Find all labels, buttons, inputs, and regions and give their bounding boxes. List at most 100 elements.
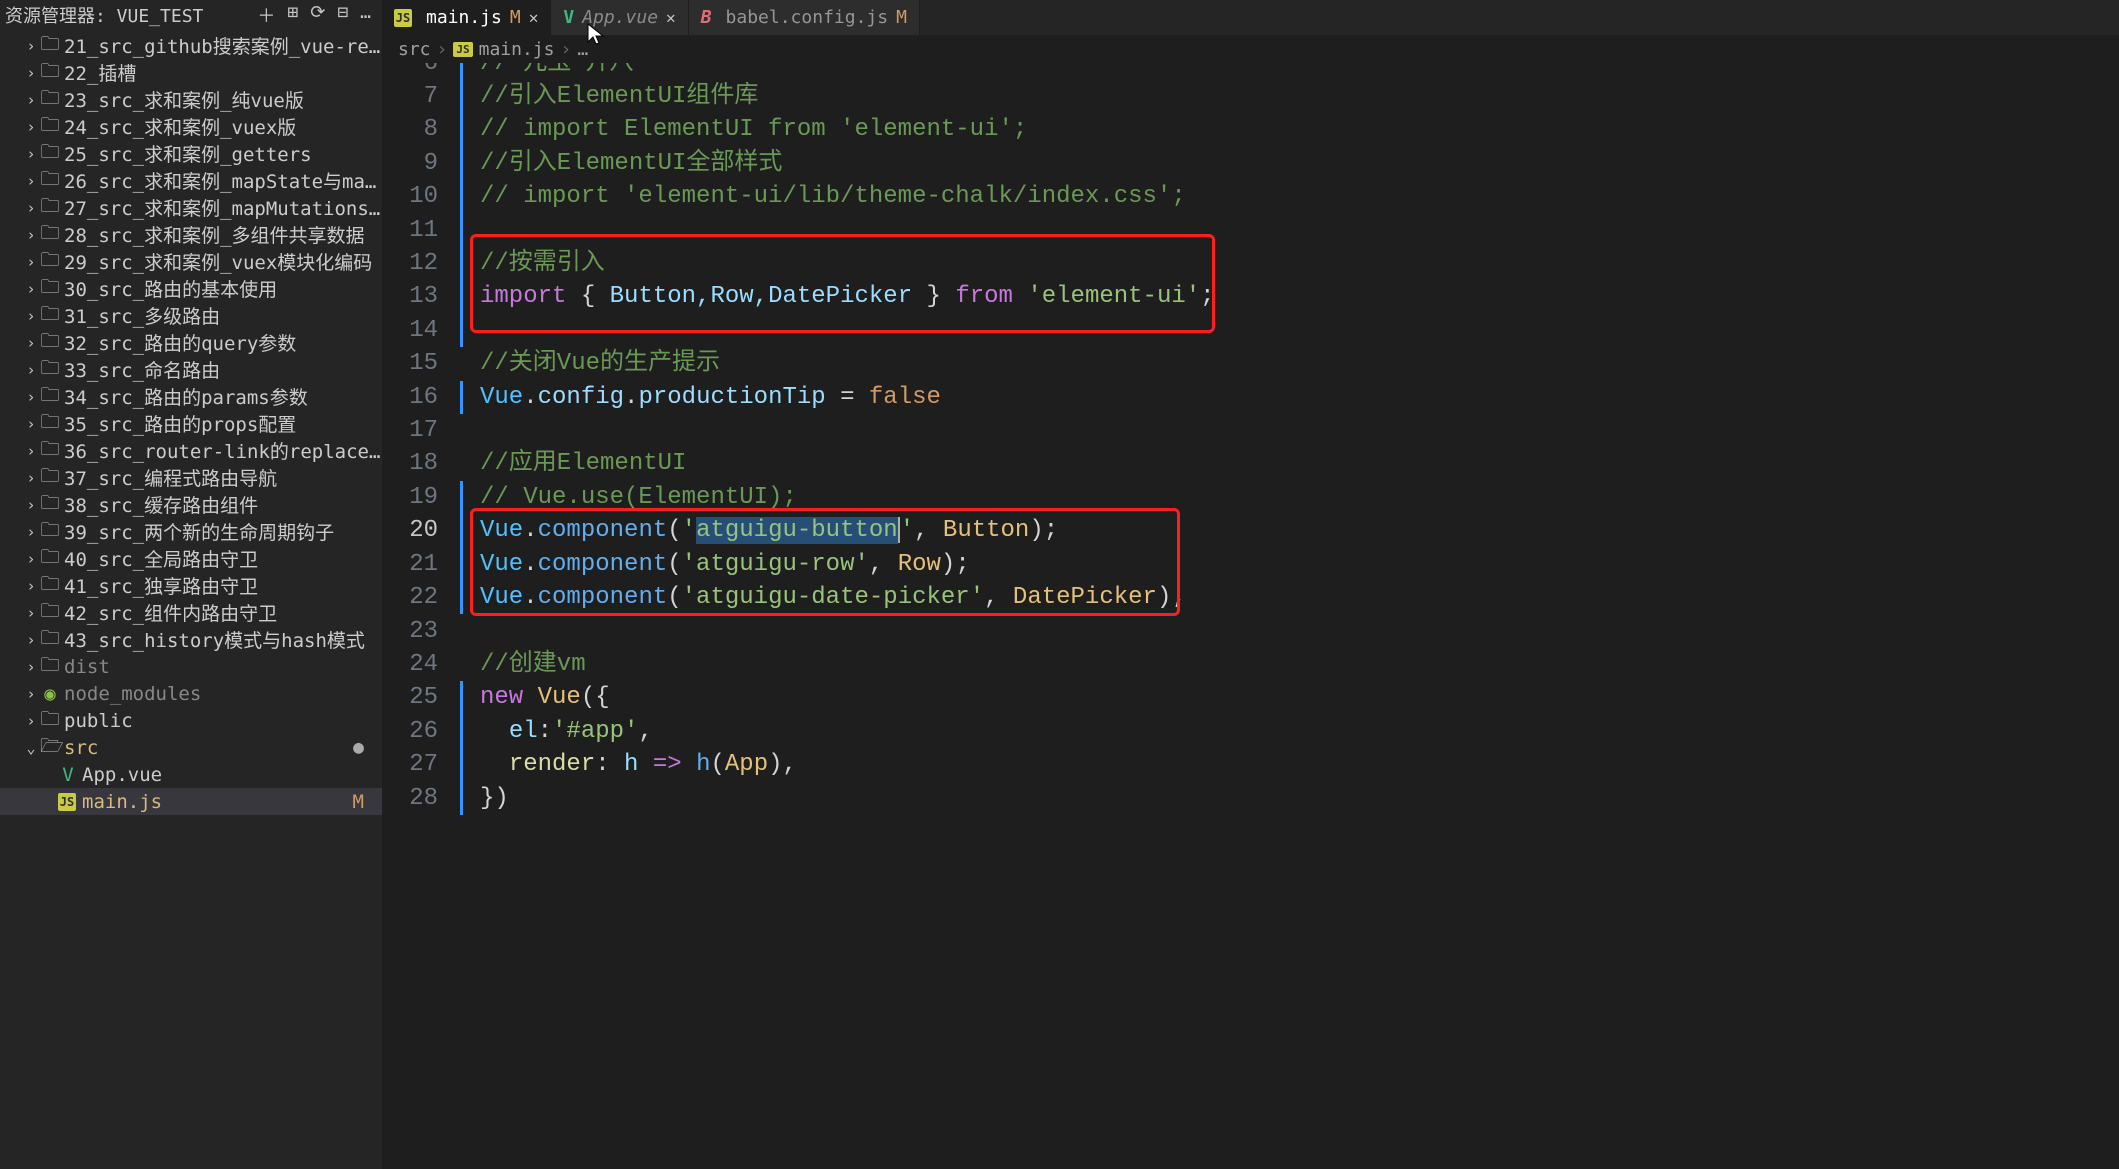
git-modified-badge: M xyxy=(353,791,382,813)
chevron-right-icon: › xyxy=(22,307,40,325)
chevron-right-icon: › xyxy=(22,280,40,298)
tree-folder[interactable]: ›🗀41_src_独享路由守卫 xyxy=(0,572,382,599)
folder-label: 32_src_路由的query参数 xyxy=(64,329,382,356)
chevron-down-icon: ⌄ xyxy=(22,739,40,757)
chevron-right-icon: › xyxy=(22,685,40,703)
chevron-right-icon: › xyxy=(22,631,40,649)
tree-folder[interactable]: ›🗀42_src_组件内路由守卫 xyxy=(0,599,382,626)
breadcrumb-src[interactable]: src xyxy=(398,39,431,60)
chevron-right-icon: › xyxy=(22,415,40,433)
code-lines[interactable]: // 兀玉 丌八//引入ElementUI组件库// import Elemen… xyxy=(460,63,2119,1169)
folder-label: 28_src_求和案例_多组件共享数据 xyxy=(64,221,382,248)
tab-main-js[interactable]: JSmain.jsM✕ xyxy=(382,0,551,35)
chevron-right-icon: › xyxy=(22,172,40,190)
folder-label: 22_插槽 xyxy=(64,59,382,86)
tree-folder[interactable]: ›🗀39_src_两个新的生命周期钩子 xyxy=(0,518,382,545)
tab-label: babel.config.js xyxy=(726,7,889,28)
tree-folder[interactable]: ›🗀25_src_求和案例_getters xyxy=(0,140,382,167)
tree-folder[interactable]: ›🗀35_src_路由的props配置 xyxy=(0,410,382,437)
folder-label: 43_src_history模式与hash模式 xyxy=(64,626,382,653)
tree-folder[interactable]: ›🗀31_src_多级路由 xyxy=(0,302,382,329)
breadcrumb-file[interactable]: main.js xyxy=(479,39,555,60)
tree-folder[interactable]: ›🗀28_src_求和案例_多组件共享数据 xyxy=(0,221,382,248)
tree-file[interactable]: VApp.vue xyxy=(0,761,382,788)
chevron-right-icon: › xyxy=(22,523,40,541)
tab-babel-config-js[interactable]: Bbabel.config.js M xyxy=(689,0,920,35)
tree-folder[interactable]: ›🗀33_src_命名路由 xyxy=(0,356,382,383)
file-label: main.js xyxy=(82,791,353,813)
tab-label: main.js xyxy=(426,7,502,28)
new-file-icon[interactable]: ＋ xyxy=(257,2,275,28)
vue-icon: V xyxy=(58,764,78,786)
breadcrumb-more[interactable]: … xyxy=(577,39,588,60)
tree-folder[interactable]: ›🗀36_src_router-link的replace属性 xyxy=(0,437,382,464)
node-modules-icon: ◉ xyxy=(40,683,60,705)
tree-folder[interactable]: ›🗀32_src_路由的query参数 xyxy=(0,329,382,356)
folder-label: node_modules xyxy=(64,683,382,705)
close-icon[interactable]: ✕ xyxy=(666,8,676,27)
close-icon[interactable]: ✕ xyxy=(529,8,539,27)
js-icon: JS xyxy=(453,42,472,57)
chevron-right-icon: › xyxy=(22,226,40,244)
chevron-right-icon: › xyxy=(22,577,40,595)
folder-label: 38_src_缓存路由组件 xyxy=(64,491,382,518)
code-editor[interactable]: 6789101112131415161718192021222324252627… xyxy=(382,63,2119,1169)
folder-label: 27_src_求和案例_mapMutations与mapAct… xyxy=(64,194,382,221)
tree-folder[interactable]: ›🗀24_src_求和案例_vuex版 xyxy=(0,113,382,140)
file-label: App.vue xyxy=(82,764,382,786)
folder-label: 33_src_命名路由 xyxy=(64,356,382,383)
tree-folder[interactable]: ›🗀21_src_github搜索案例_vue-resource xyxy=(0,32,382,59)
tree-folder[interactable]: ›🗀29_src_求和案例_vuex模块化编码 xyxy=(0,248,382,275)
folder-icon: 🗀 xyxy=(40,651,60,683)
tree-folder-src[interactable]: ⌄🗁src● xyxy=(0,734,382,761)
js-icon: JS xyxy=(58,793,76,811)
vue-icon: V xyxy=(563,7,574,28)
folder-label: 35_src_路由的props配置 xyxy=(64,410,382,437)
git-modified-badge: M xyxy=(510,7,521,28)
chevron-right-icon: › xyxy=(22,334,40,352)
explorer-title: 资源管理器: VUE_TEST xyxy=(5,2,257,28)
folder-label: 26_src_求和案例_mapState与mapGetters xyxy=(64,167,382,194)
folder-label: 40_src_全局路由守卫 xyxy=(64,545,382,572)
tree-file[interactable]: JS main.jsM xyxy=(0,788,382,815)
refresh-icon[interactable]: ⟳ xyxy=(310,2,325,28)
tree-folder[interactable]: ›🗀26_src_求和案例_mapState与mapGetters xyxy=(0,167,382,194)
breadcrumb[interactable]: src › JS main.js › … xyxy=(382,35,2119,63)
new-folder-icon[interactable]: ⊞ xyxy=(287,2,298,28)
tree-folder[interactable]: ›🗀27_src_求和案例_mapMutations与mapAct… xyxy=(0,194,382,221)
collapse-icon[interactable]: ⊟ xyxy=(337,2,348,28)
editor-area: JSmain.jsM✕VApp.vue✕Bbabel.config.jsM sr… xyxy=(382,0,2119,1169)
modified-dot-icon: ● xyxy=(353,737,382,758)
chevron-right-icon: › xyxy=(22,550,40,568)
chevron-right-icon: › xyxy=(22,361,40,379)
git-modified-badge: M xyxy=(896,7,907,28)
tree-folder[interactable]: ›🗀public xyxy=(0,707,382,734)
tree-folder[interactable]: ›🗀38_src_缓存路由组件 xyxy=(0,491,382,518)
folder-label: 37_src_编程式路由导航 xyxy=(64,464,382,491)
chevron-right-icon: › xyxy=(22,469,40,487)
tab-App-vue[interactable]: VApp.vue✕ xyxy=(551,0,688,35)
chevron-right-icon: › xyxy=(22,442,40,460)
chevron-right-icon: › xyxy=(22,37,40,55)
explorer-sidebar: 资源管理器: VUE_TEST ＋ ⊞ ⟳ ⊟ … ›🗀21_src_githu… xyxy=(0,0,382,1169)
more-icon[interactable]: … xyxy=(360,2,371,28)
file-tree[interactable]: ›🗀21_src_github搜索案例_vue-resource›🗀22_插槽›… xyxy=(0,32,382,1169)
chevron-right-icon: › xyxy=(22,604,40,622)
tree-folder[interactable]: ›◉node_modules xyxy=(0,680,382,707)
folder-label: 31_src_多级路由 xyxy=(64,302,382,329)
tree-folder[interactable]: ›🗀34_src_路由的params参数 xyxy=(0,383,382,410)
tree-folder[interactable]: ›🗀37_src_编程式路由导航 xyxy=(0,464,382,491)
folder-label: dist xyxy=(64,656,382,678)
tree-folder[interactable]: ›🗀dist xyxy=(0,653,382,680)
folder-label: 29_src_求和案例_vuex模块化编码 xyxy=(64,248,382,275)
chevron-right-icon: › xyxy=(437,39,448,60)
folder-label: 24_src_求和案例_vuex版 xyxy=(64,113,382,140)
tree-folder[interactable]: ›🗀22_插槽 xyxy=(0,59,382,86)
tree-folder[interactable]: ›🗀23_src_求和案例_纯vue版 xyxy=(0,86,382,113)
tree-folder[interactable]: ›🗀30_src_路由的基本使用 xyxy=(0,275,382,302)
folder-label: 39_src_两个新的生命周期钩子 xyxy=(64,518,382,545)
tree-folder[interactable]: ›🗀40_src_全局路由守卫 xyxy=(0,545,382,572)
chevron-right-icon: › xyxy=(22,199,40,217)
babel-icon: B xyxy=(701,7,712,28)
tree-folder[interactable]: ›🗀43_src_history模式与hash模式 xyxy=(0,626,382,653)
